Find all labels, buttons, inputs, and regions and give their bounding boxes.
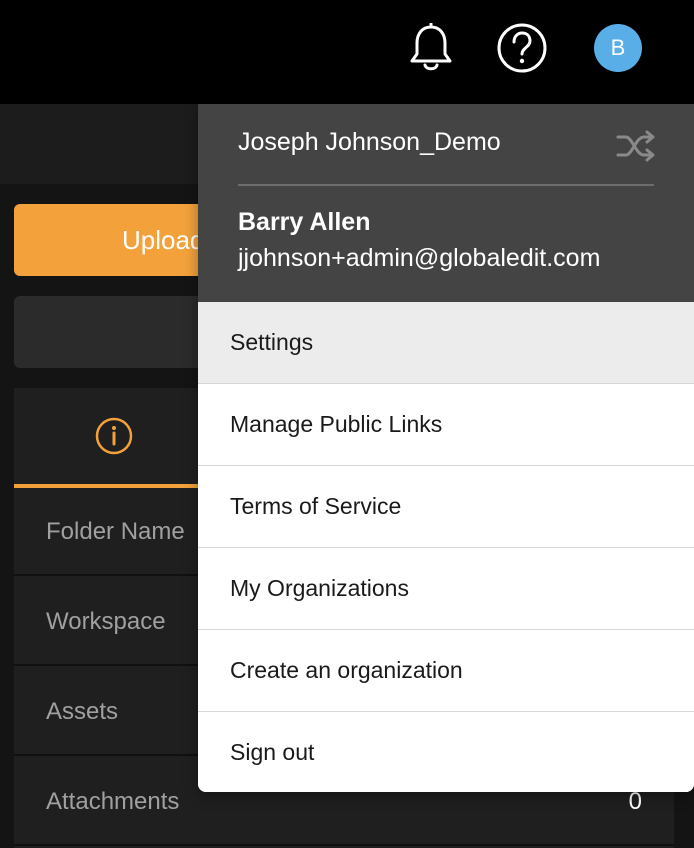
tab-info[interactable] [14,388,214,484]
detail-label: Attachments [46,788,180,815]
menu-item-settings[interactable]: Settings [198,302,694,384]
top-bar: B [0,0,694,104]
user-menu-header: Joseph Johnson_Demo Barry Allen jjohnson… [198,104,694,302]
menu-item-create-organization[interactable]: Create an organization [198,630,694,712]
detail-label: Folder Name [46,518,185,545]
bell-icon[interactable] [406,22,456,74]
detail-label: Assets [46,698,119,725]
user-email: jjohnson+admin@globaledit.com [238,244,601,272]
info-icon [95,417,133,455]
menu-item-sign-out[interactable]: Sign out [198,712,694,792]
menu-item-manage-public-links[interactable]: Manage Public Links [198,384,694,466]
user-menu: Joseph Johnson_Demo Barry Allen jjohnson… [198,104,694,792]
menu-item-terms-of-service[interactable]: Terms of Service [198,466,694,548]
organization-name: Joseph Johnson_Demo [238,128,501,156]
help-icon[interactable] [496,22,548,74]
avatar[interactable]: B [594,24,642,72]
shuffle-icon[interactable] [616,128,656,164]
user-name: Barry Allen [238,208,371,236]
header-divider [238,184,654,186]
detail-label: Workspace [46,608,166,635]
menu-item-my-organizations[interactable]: My Organizations [198,548,694,630]
